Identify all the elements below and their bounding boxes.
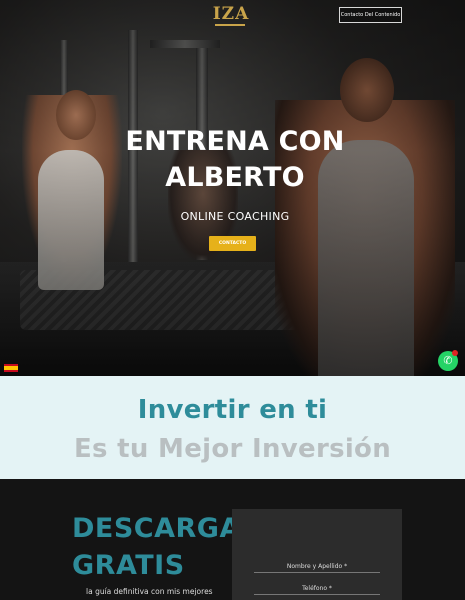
download-title: DESCARGA GRATIS <box>72 513 241 581</box>
invest-heading: Invertir en ti <box>137 395 328 425</box>
hero-subtitle: ONLINE COACHING <box>180 210 290 223</box>
logo-underline <box>215 24 245 26</box>
phone-field[interactable]: Teléfono * <box>254 585 380 595</box>
notification-badge <box>452 350 458 356</box>
download-description: la guía definitiva con mis mejores <box>86 587 213 596</box>
es-flag-icon[interactable] <box>4 364 18 372</box>
contact-cta-button[interactable]: CONTACTO <box>209 236 256 251</box>
hero-title: ENTRENA CON ALBERTO <box>125 126 345 193</box>
invest-subheading: Es tu Mejor Inversión <box>73 434 392 464</box>
contact-button[interactable]: Contacto Del Contenido <box>339 7 402 23</box>
name-field[interactable]: Nombre y Apellido * <box>254 563 380 573</box>
